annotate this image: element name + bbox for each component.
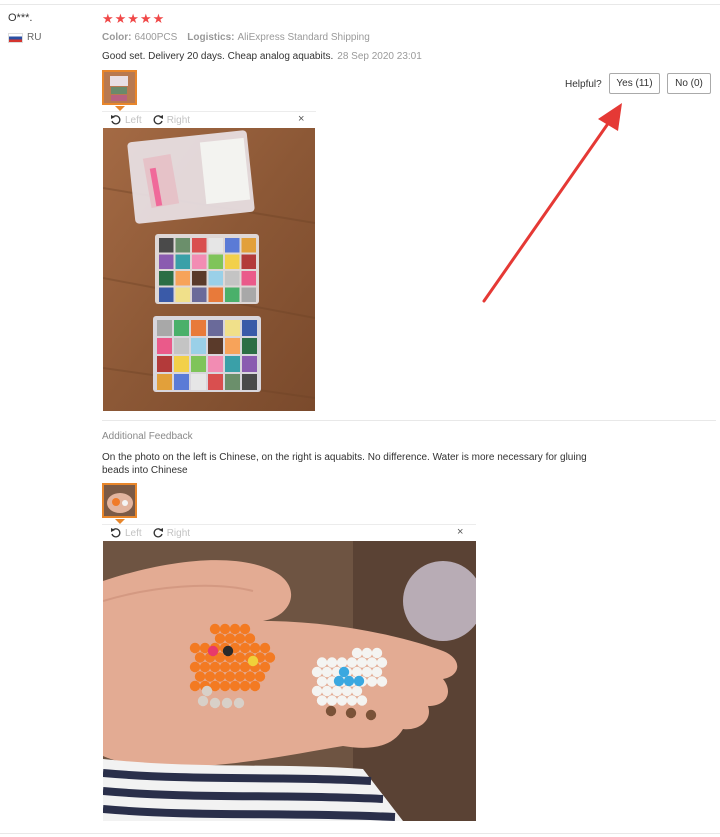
rotate-right-button[interactable]: Right	[152, 114, 190, 126]
rotate-left-button[interactable]: Left	[110, 527, 142, 539]
rotate-left-button[interactable]: Left	[110, 114, 142, 126]
rotate-left-label: Left	[125, 114, 142, 126]
hand-beads-photo	[103, 541, 476, 821]
rotate-left-icon	[111, 115, 121, 125]
star-rating: ★★★★★	[102, 11, 166, 26]
viewer-toolbar: Left Right	[110, 113, 200, 127]
russia-flag-icon	[8, 32, 23, 43]
color-label: Color:	[102, 32, 132, 43]
divider	[0, 833, 720, 834]
review-photo-thumbnail[interactable]	[102, 70, 137, 105]
rotate-right-label: Right	[166, 527, 191, 539]
helpful-no-button[interactable]: No (0)	[667, 73, 711, 94]
rotate-right-label: Right	[166, 114, 191, 126]
section-divider	[102, 420, 716, 421]
review-text-line: Good set. Delivery 20 days. Cheap analog…	[102, 51, 422, 62]
review-text: Good set. Delivery 20 days. Cheap analog…	[102, 51, 334, 62]
photo-thumbnail-image	[104, 485, 135, 516]
additional-feedback-title: Additional Feedback	[102, 431, 193, 442]
color-value: 6400PCS	[134, 32, 178, 43]
order-info: Color: 6400PCS Logistics: AliExpress Standa…	[102, 32, 370, 43]
review-date: 28 Sep 2020 23:01	[337, 51, 422, 62]
helpful-label: Helpful?	[565, 79, 602, 90]
viewer-close-button[interactable]: ×	[298, 113, 304, 125]
country-code: RU	[27, 32, 42, 43]
additional-feedback-text: On the photo on the left is Chinese, on …	[102, 452, 587, 476]
reviewer-name: O***.	[8, 12, 33, 24]
rotate-right-icon	[153, 115, 163, 125]
viewer-toolbar: Left Right	[110, 526, 200, 540]
reviewer-country: RU	[8, 32, 41, 43]
rotate-left-icon	[111, 528, 121, 538]
bead-kit-photo	[103, 128, 315, 411]
additional-photo-large	[103, 541, 476, 821]
rotate-right-icon	[153, 528, 163, 538]
viewer-divider	[102, 111, 316, 112]
helpful-yes-button[interactable]: Yes (11)	[609, 73, 660, 94]
photo-thumbnail-image	[104, 72, 135, 103]
logistics-value: AliExpress Standard Shipping	[237, 32, 370, 43]
rotate-left-label: Left	[125, 527, 142, 539]
viewer-close-button[interactable]: ×	[457, 526, 463, 538]
additional-photo-thumbnail[interactable]	[102, 483, 137, 518]
divider	[0, 4, 720, 5]
review-photo-large	[103, 128, 315, 411]
annotation-arrow-icon	[482, 103, 622, 303]
logistics-label: Logistics:	[187, 32, 235, 43]
rotate-right-button[interactable]: Right	[152, 527, 190, 539]
viewer-divider	[102, 524, 476, 525]
